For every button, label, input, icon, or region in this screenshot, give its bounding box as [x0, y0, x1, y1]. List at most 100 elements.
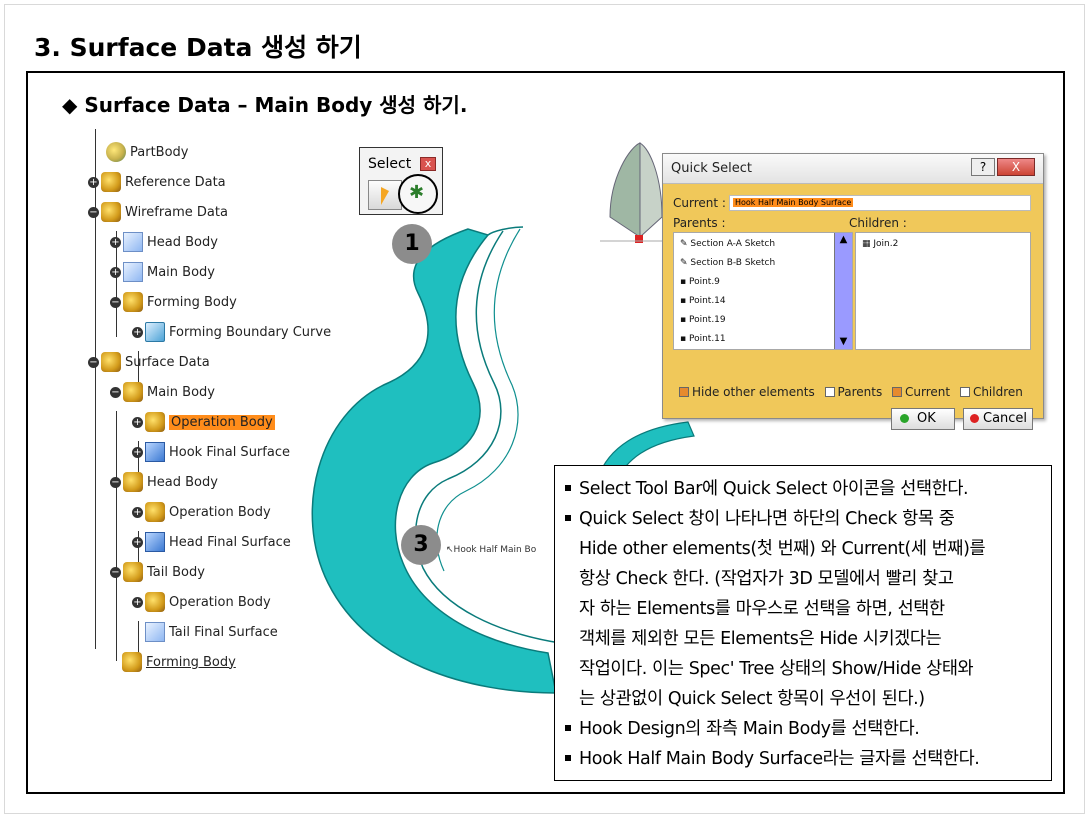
current-checkbox[interactable] — [892, 387, 903, 397]
collapse-icon[interactable]: − — [88, 356, 99, 368]
bullet-icon — [565, 485, 571, 491]
ok-icon — [900, 414, 909, 423]
list-item[interactable]: ✎ Section B-B Sketch — [680, 258, 775, 268]
list-item[interactable]: ✎ Section A-A Sketch — [680, 239, 775, 249]
tree-item-forming-boundary-curve[interactable]: + Forming Boundary Curve — [132, 321, 331, 343]
dialog-title: Quick Select — [671, 161, 752, 176]
expand-icon[interactable]: + — [132, 536, 143, 548]
bullet-icon — [565, 755, 571, 761]
list-item[interactable]: ▪ Point.14 — [680, 296, 726, 306]
instruction-line: Select Tool Bar에 Quick Select 아이콘을 선택한다. — [565, 474, 1045, 504]
sketch-body-icon — [123, 262, 143, 282]
children-label: Children : — [849, 216, 907, 230]
collapse-icon[interactable]: − — [110, 296, 121, 308]
content-frame: ◆ Surface Data – Main Body 생성 하기. PartBo… — [26, 71, 1065, 794]
tree-item-main-body-surface[interactable]: − Main Body — [110, 381, 215, 403]
parents-checkbox[interactable] — [824, 387, 835, 397]
expand-icon[interactable]: + — [132, 506, 143, 518]
boundary-icon — [145, 322, 165, 342]
dialog-titlebar: Quick Select ? X — [663, 154, 1043, 184]
tree-item-forming-body-surface[interactable]: Forming Body — [122, 651, 236, 673]
expand-icon[interactable]: + — [110, 266, 121, 278]
bullet-icon — [565, 515, 571, 521]
ok-button[interactable]: OK — [891, 408, 955, 430]
tree-item-head-body[interactable]: + Head Body — [110, 231, 218, 253]
body-icon — [101, 352, 121, 372]
expand-icon[interactable]: + — [132, 596, 143, 608]
point-icon: ▪ — [680, 315, 689, 325]
select-arrow-button[interactable] — [368, 180, 402, 210]
tree-item-head-final-surface[interactable]: + Head Final Surface — [132, 531, 291, 553]
parents-list[interactable]: ✎ Section A-A Sketch ✎ Section B-B Sketc… — [673, 232, 853, 350]
tree-item-head-body-surface[interactable]: − Head Body — [110, 471, 218, 493]
tree-item-surface-data[interactable]: − Surface Data — [88, 351, 210, 373]
partbody-icon — [106, 142, 126, 162]
page-title: 3. Surface Data 생성 하기 — [34, 33, 362, 62]
body-icon — [123, 472, 143, 492]
tree-item-partbody[interactable]: PartBody — [92, 141, 188, 163]
current-field[interactable]: Hook Half Main Body Surface — [729, 195, 1031, 211]
instruction-line: 항상 Check 한다. (작업자가 3D 모델에서 빨리 찾고 — [579, 569, 954, 589]
point-icon: ▪ — [680, 334, 689, 344]
tree-item-operation-body-head[interactable]: + Operation Body — [132, 501, 271, 523]
help-button[interactable]: ? — [971, 158, 995, 176]
tree-item-operation-body-main[interactable]: + Operation Body — [132, 411, 275, 433]
model-surface-label[interactable]: ↖Hook Half Main Bo — [446, 545, 536, 555]
tree-item-operation-body-tail[interactable]: + Operation Body — [132, 591, 271, 613]
quick-select-button[interactable]: ✱ — [398, 174, 438, 214]
instruction-line: 는 상관없이 Quick Select 항목이 우선이 된다.) — [579, 689, 925, 709]
collapse-icon[interactable]: − — [110, 566, 121, 578]
children-list[interactable]: ▦ Join.2 — [855, 232, 1031, 350]
tree-item-tail-body[interactable]: − Tail Body — [110, 561, 205, 583]
section-subtitle: ◆ Surface Data – Main Body 생성 하기. — [62, 93, 468, 117]
spec-tree: PartBody + Reference Data − Wireframe Da… — [88, 129, 368, 689]
close-icon[interactable]: x — [420, 157, 436, 171]
tree-item-reference-data[interactable]: + Reference Data — [88, 171, 226, 193]
instruction-line: Quick Select 창이 나타나면 하단의 Check 항목 중 — [565, 504, 1045, 534]
list-item[interactable]: ▪ Point.9 — [680, 277, 720, 287]
list-item[interactable]: ▪ Point.11 — [680, 334, 726, 344]
instruction-box: Select Tool Bar에 Quick Select 아이콘을 선택한다.… — [554, 465, 1052, 781]
body-icon — [101, 202, 121, 222]
curve-icon — [145, 622, 165, 642]
step-badge-3: 3 — [401, 525, 441, 565]
point-icon: ▪ — [680, 296, 689, 306]
close-button[interactable]: X — [997, 158, 1035, 176]
expand-icon[interactable]: + — [132, 446, 143, 458]
instruction-line: Hook Design의 좌측 Main Body를 선택한다. — [565, 714, 1045, 744]
instruction-line: Hide other elements(첫 번째) 와 Current(세 번째… — [579, 539, 986, 559]
instruction-line: 작업이다. 이는 Spec' Tree 상태의 Show/Hide 상태와 — [579, 659, 974, 679]
children-checkbox[interactable] — [959, 387, 970, 397]
instruction-line: Hook Half Main Body Surface라는 글자를 선택한다. — [565, 744, 1045, 774]
body-icon — [145, 592, 165, 612]
collapse-icon[interactable]: − — [110, 386, 121, 398]
tree-item-main-body[interactable]: + Main Body — [110, 261, 215, 283]
scroll-up-icon[interactable]: ▲ — [836, 233, 851, 247]
tree-item-forming-body[interactable]: − Forming Body — [110, 291, 237, 313]
hide-other-checkbox[interactable] — [679, 387, 689, 397]
current-label: Current : — [673, 196, 726, 210]
collapse-icon[interactable]: − — [110, 476, 121, 488]
sketch-body-icon — [123, 232, 143, 252]
tree-item-wireframe-data[interactable]: − Wireframe Data — [88, 201, 228, 223]
collapse-icon[interactable]: − — [88, 206, 99, 218]
tree-item-hook-final-surface[interactable]: + Hook Final Surface — [132, 441, 290, 463]
body-icon — [123, 562, 143, 582]
instruction-line: 객체를 제외한 모든 Elements은 Hide 시키겠다는 — [579, 629, 942, 649]
list-item[interactable]: ▦ Join.2 — [862, 239, 898, 249]
expand-icon[interactable]: + — [132, 326, 143, 338]
body-icon — [122, 652, 142, 672]
sketch-icon: ✎ — [680, 258, 691, 268]
tree-item-tail-final-surface[interactable]: Tail Final Surface — [145, 621, 278, 643]
expand-icon[interactable]: + — [88, 176, 99, 188]
body-icon — [123, 382, 143, 402]
pointer-icon: ↖ — [446, 545, 454, 555]
scroll-down-icon[interactable]: ▼ — [836, 335, 851, 349]
preview-3d-icon — [600, 142, 670, 243]
cancel-button[interactable]: Cancel — [963, 408, 1033, 430]
list-item[interactable]: ▪ Point.19 — [680, 315, 726, 325]
scrollbar[interactable]: ▲ ▼ — [834, 233, 852, 349]
expand-icon[interactable]: + — [132, 416, 143, 428]
options-row: Hide other elements Parents Current Chil… — [679, 385, 1023, 399]
expand-icon[interactable]: + — [110, 236, 121, 248]
